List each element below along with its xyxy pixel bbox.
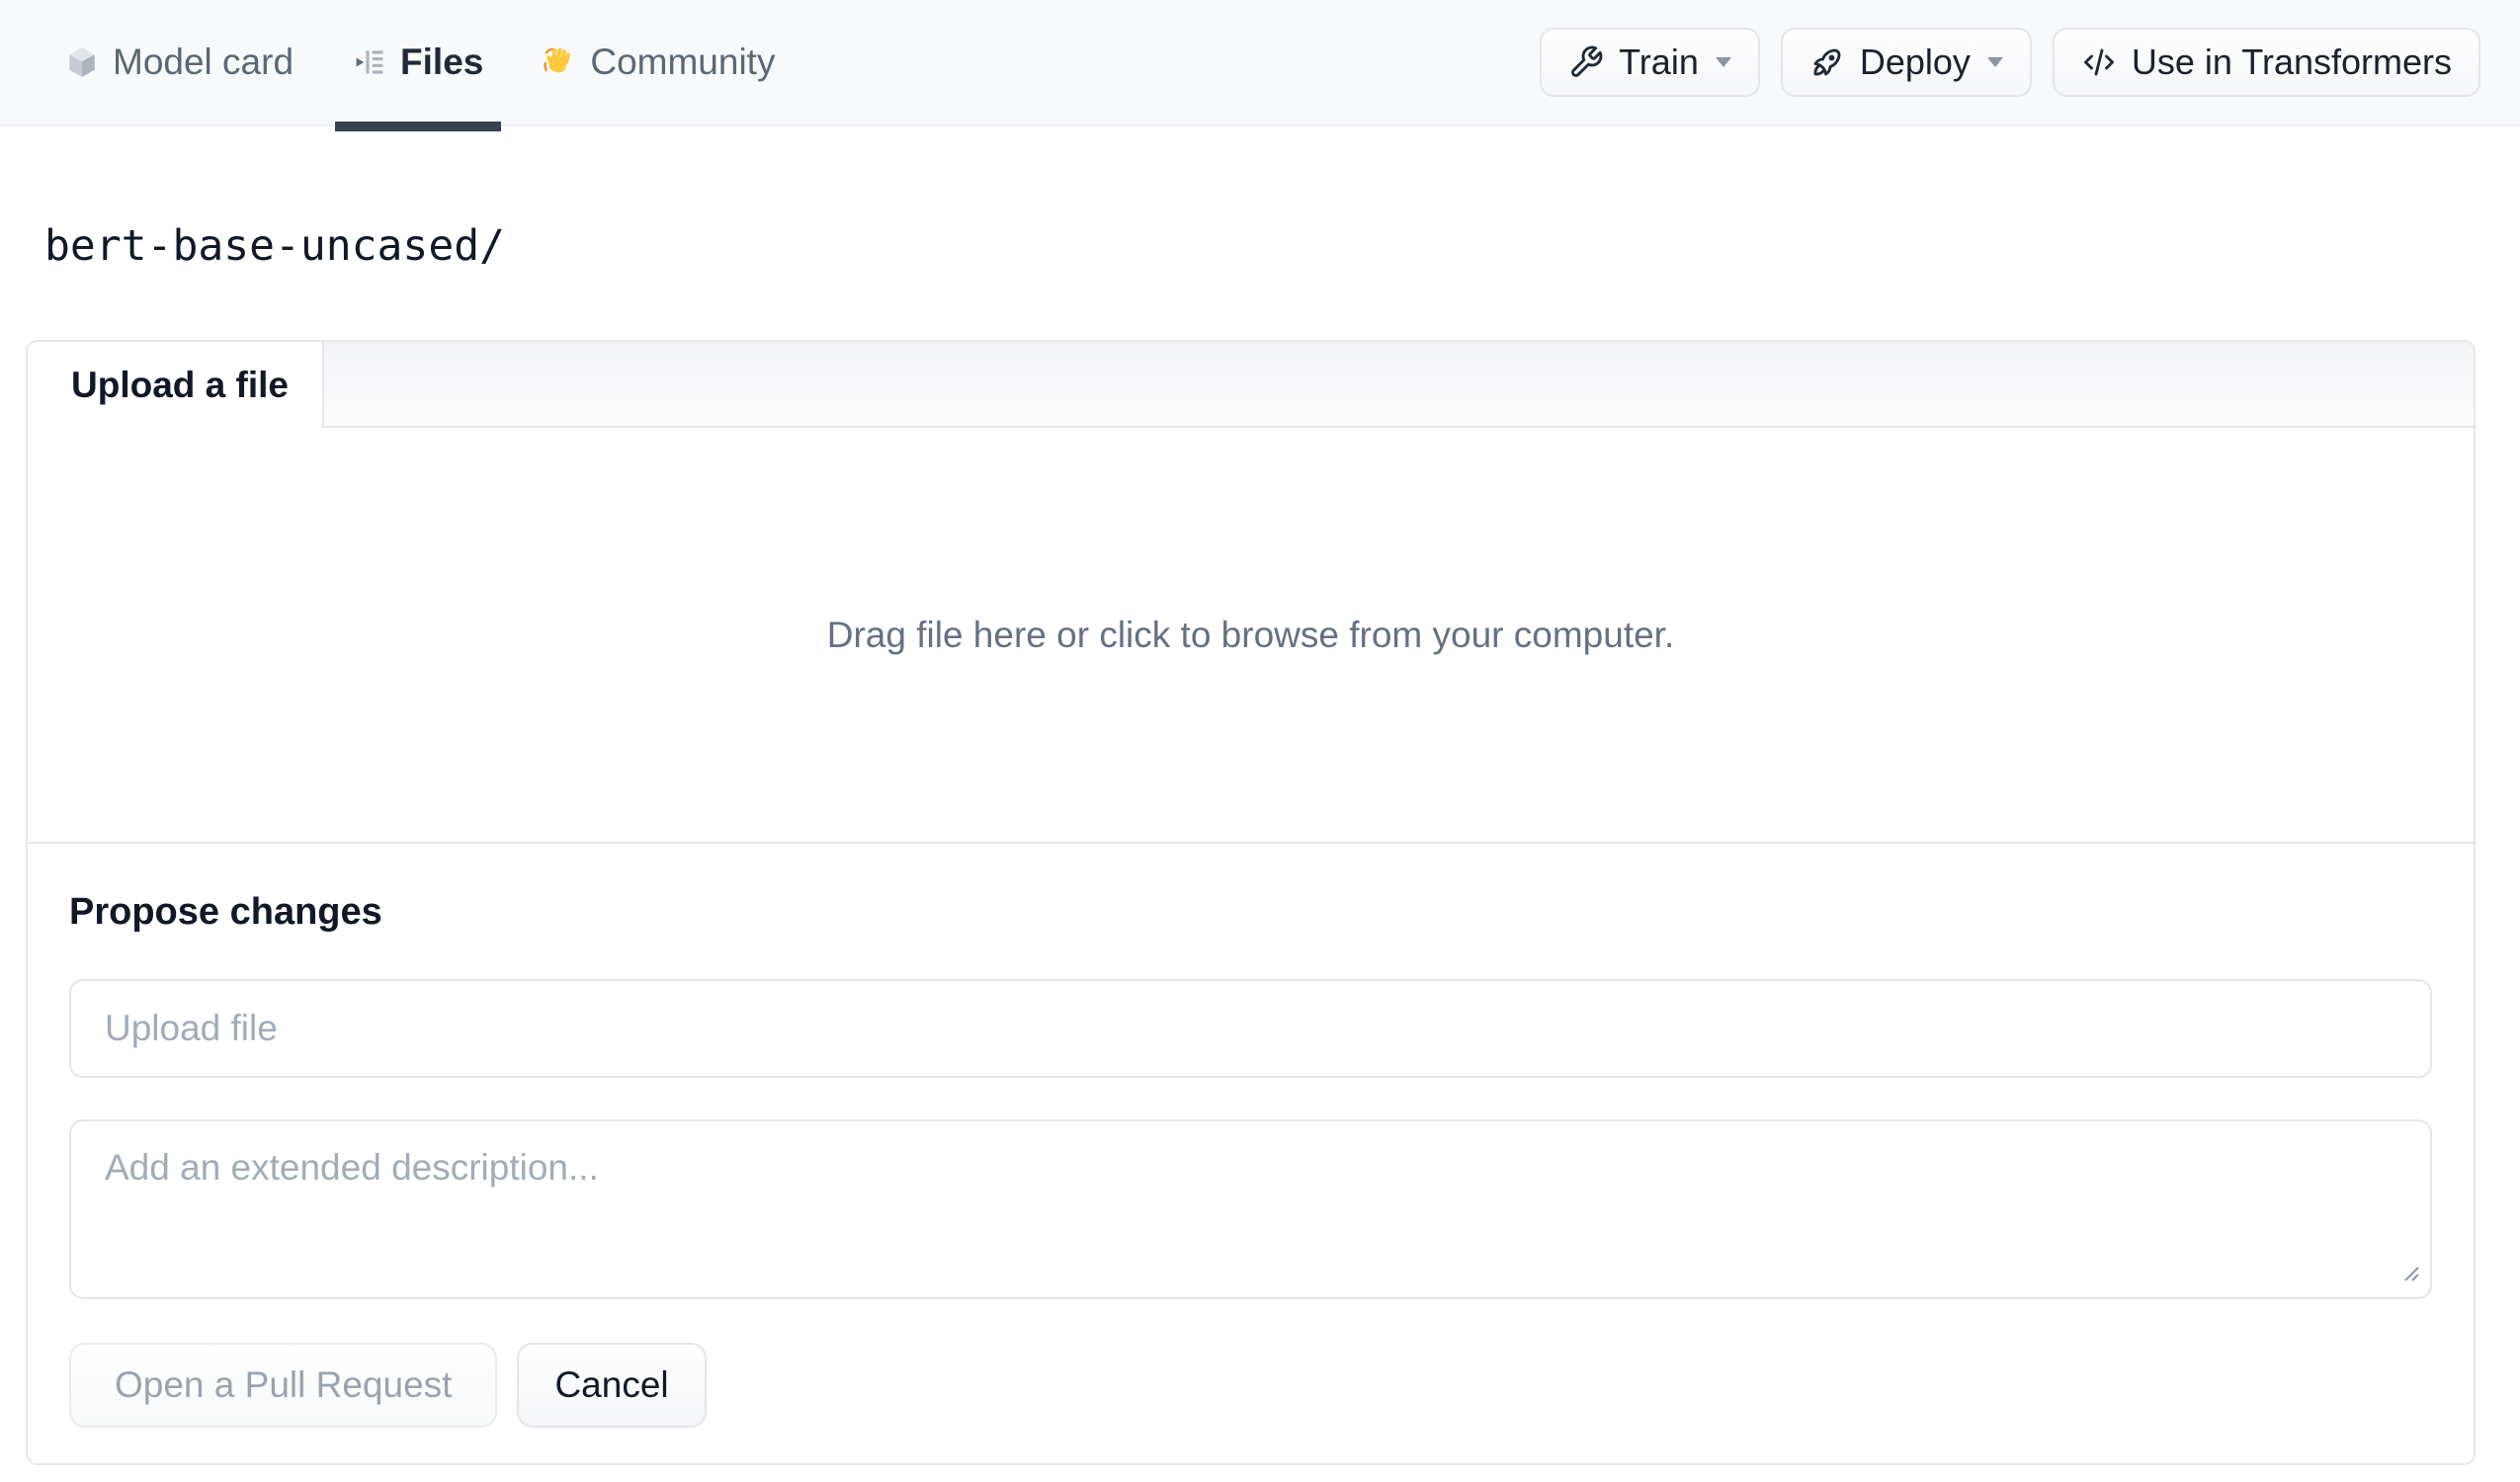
upload-file-input[interactable] [69,979,2432,1078]
train-button[interactable]: Train [1540,28,1760,97]
propose-changes-heading: Propose changes [69,891,382,933]
files-versions-icon [353,45,386,79]
code-icon [2081,44,2117,80]
waving-hand-icon [543,45,576,79]
use-in-transformers-button[interactable]: Use in Transformers [2052,28,2480,97]
form-actions-row: Open a Pull Request Cancel [69,1343,2432,1428]
repo-header: Model card Files Community Train Deploy … [0,0,2520,131]
upload-panel-tabbar: Upload a file [28,342,2474,428]
tab-files-label: Files [400,41,484,82]
breadcrumb[interactable]: bert-base-uncased/ [44,221,505,273]
description-field-wrap [69,1119,2432,1299]
tab-model-card[interactable]: Model card [65,0,294,124]
repo-action-buttons: Train Deploy Use in Transformers [1540,28,2480,97]
repo-nav-tabs: Model card Files Community [65,0,775,131]
active-tab-underline [335,122,502,131]
deploy-button-label: Deploy [1859,41,1971,82]
open-pull-request-button[interactable]: Open a Pull Request [69,1343,498,1428]
tab-upload-a-file[interactable]: Upload a file [28,342,322,428]
tab-upload-a-file-label: Upload a file [71,364,289,405]
use-in-transformers-label: Use in Transformers [2131,41,2452,82]
train-button-label: Train [1619,41,1699,82]
propose-changes-section: Propose changes Open a Pull Request Canc… [28,844,2474,1463]
dropzone-hint-text: Drag file here or click to browse from y… [826,614,1675,655]
extended-description-textarea[interactable] [69,1119,2432,1299]
cube-icon [65,45,99,79]
tab-community-label: Community [590,41,776,82]
deploy-button[interactable]: Deploy [1780,28,2032,97]
tab-model-card-label: Model card [113,41,294,82]
chevron-down-icon [1715,57,1731,67]
cancel-button[interactable]: Cancel [517,1343,707,1428]
rocket-icon [1809,44,1845,80]
tabbar-filler [322,342,2474,428]
chevron-down-icon [1986,57,2003,67]
tab-files[interactable]: Files [335,0,502,131]
tab-community[interactable]: Community [543,0,775,124]
upload-panel: Upload a file Drag file here or click to… [26,340,2476,1465]
wrench-icon [1568,44,1604,80]
file-dropzone[interactable]: Drag file here or click to browse from y… [28,428,2474,844]
